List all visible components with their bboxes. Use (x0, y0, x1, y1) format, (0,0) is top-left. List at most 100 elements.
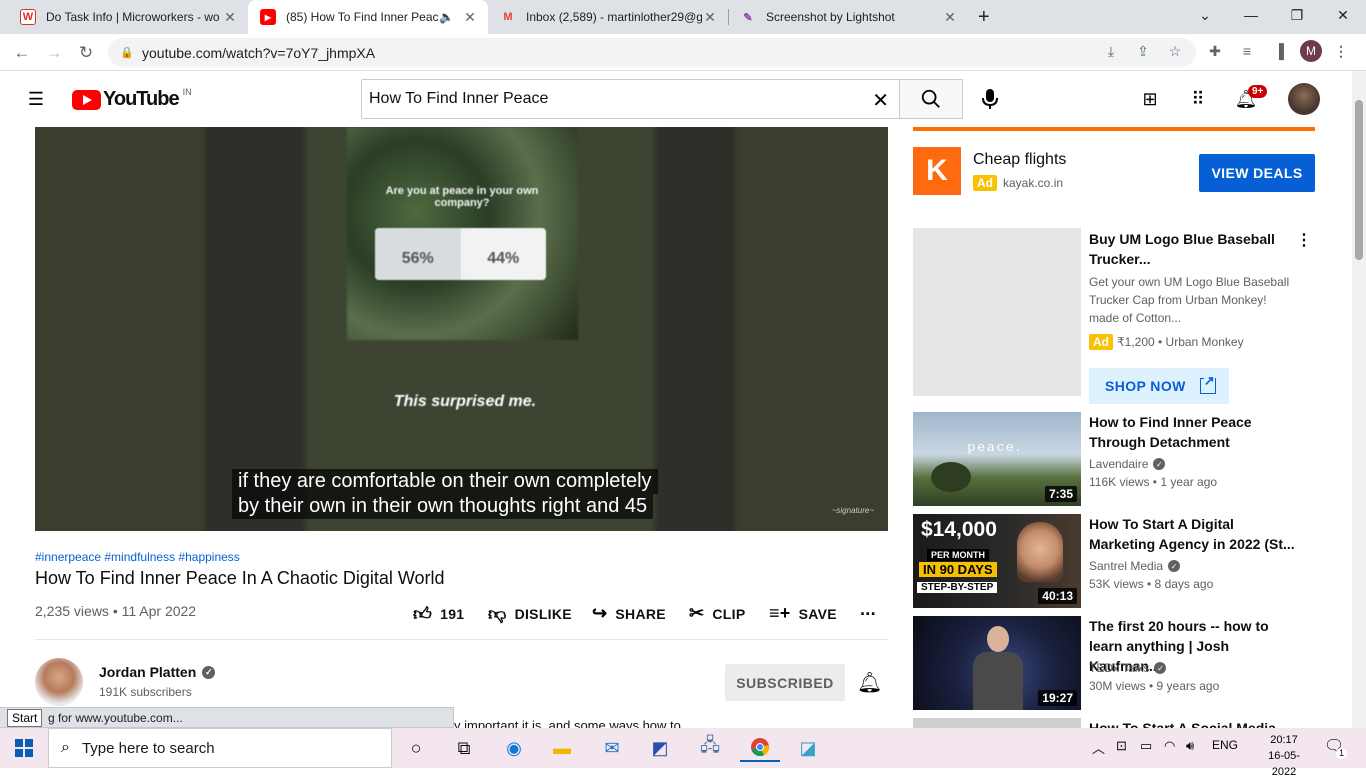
clip-button[interactable]: ✂ CLIP (689, 603, 745, 624)
extensions-puzzle-icon[interactable]: ✚ (1206, 42, 1224, 60)
microworkers-app-icon[interactable]: ◩ (640, 734, 680, 762)
start-button[interactable] (0, 728, 48, 768)
dislike-button[interactable]: 👎︎ DISLIKE (488, 603, 572, 625)
video-hashtags[interactable]: #innerpeace #mindfulness #happiness (35, 550, 240, 564)
recommendation-item[interactable]: 19:27 The first 20 hours -- how to learn… (913, 616, 1313, 710)
share-button[interactable]: ↪ SHARE (592, 603, 666, 624)
close-tab-icon[interactable]: ✕ (702, 9, 718, 26)
recommendation-thumbnail[interactable]: 19:27 (913, 616, 1081, 710)
close-window-icon[interactable]: ✕ (1320, 0, 1366, 30)
recommendation-thumbnail[interactable]: peace. 7:35 (913, 412, 1081, 506)
chrome-icon[interactable] (740, 734, 780, 762)
media-control-icon[interactable]: ≡ (1238, 42, 1256, 60)
forward-icon[interactable]: → (40, 39, 68, 67)
close-tab-icon[interactable]: ✕ (222, 9, 238, 26)
clear-search-icon[interactable]: ✕ (872, 88, 889, 113)
close-tab-icon[interactable]: ✕ (942, 9, 958, 26)
country-code: IN (182, 86, 192, 97)
lightshot-app-icon[interactable]: ◪ (788, 734, 828, 762)
youtube-logo[interactable]: YouTube IN (72, 86, 192, 111)
channel-subscribers: 191K subscribers (99, 685, 192, 699)
video-watermark-signature: ~signature~ (831, 506, 874, 515)
back-icon[interactable]: ← (8, 39, 36, 67)
file-explorer-icon[interactable]: ▬ (542, 734, 582, 762)
search-button[interactable] (899, 79, 963, 119)
ad-more-menu-icon[interactable]: ⋮ (1296, 230, 1312, 250)
video-title: How To Find Inner Peace In A Chaotic Dig… (35, 568, 445, 588)
ad-domain: kayak.co.in (1003, 176, 1064, 190)
wifi-icon[interactable]: ◠ (1164, 738, 1175, 754)
more-actions-button[interactable]: ... (860, 599, 876, 620)
ad-product-thumbnail[interactable] (913, 228, 1081, 396)
ad-product-title[interactable]: Buy UM Logo Blue Baseball Trucker... (1089, 229, 1289, 269)
bookmark-star-icon[interactable]: ☆ (1166, 42, 1184, 60)
mail-icon[interactable]: ✉ (592, 734, 632, 762)
shop-now-label: SHOP NOW (1105, 378, 1186, 394)
kayak-logo[interactable]: K (913, 147, 961, 195)
recommendation-item[interactable]: $14,000 PER MONTH IN 90 DAYS STEP-BY-STE… (913, 514, 1313, 608)
cortana-icon[interactable]: ○ (396, 734, 436, 762)
shop-now-button[interactable]: SHOP NOW (1089, 368, 1229, 404)
recommendation-title[interactable]: How To Start A Social Media (1089, 718, 1299, 728)
meet-now-icon[interactable]: ⊡ (1116, 738, 1127, 754)
save-button[interactable]: ≡+ SAVE (769, 603, 837, 624)
lightshot-favicon-icon: ✎ (743, 11, 753, 24)
video-player[interactable]: Are you at peace in your own company? 56… (35, 127, 888, 531)
volume-icon[interactable]: 🔊︎ (1186, 738, 1194, 754)
recommendation-title[interactable]: How To Start A Digital Marketing Agency … (1089, 514, 1299, 554)
tab-youtube-active[interactable]: ▶ (85) How To Find Inner Peace 🔈 ✕ (248, 0, 488, 34)
language-indicator[interactable]: ENG (1212, 738, 1238, 752)
taskbar-search-box[interactable]: ⌕ Type here to search (48, 728, 392, 768)
voice-search-button[interactable] (978, 87, 1002, 111)
tab-lightshot[interactable]: ✎ Screenshot by Lightshot ✕ (728, 0, 968, 34)
recommendation-item[interactable]: peace. 7:35 How to Find Inner Peace Thro… (913, 412, 1313, 506)
page-scrollbar-thumb[interactable] (1355, 100, 1363, 260)
apps-grid-icon[interactable]: ⠿ (1186, 87, 1210, 111)
youtube-header: ☰ YouTube IN ✕ ⊞ ⠿ 🔔︎ 9+ (0, 71, 1366, 127)
create-video-icon[interactable]: ⊞ (1138, 87, 1162, 111)
recommendation-title[interactable]: How to Find Inner Peace Through Detachme… (1089, 412, 1299, 452)
taskbar-clock[interactable]: 20:17 16-05-2022 (1256, 732, 1312, 780)
ad-title[interactable]: Cheap flights (973, 151, 1066, 169)
subscribed-button[interactable]: SUBSCRIBED (725, 664, 845, 701)
restore-icon[interactable]: ❐ (1274, 0, 1320, 30)
like-button[interactable]: 👍︎ 191 (413, 603, 464, 625)
view-deals-button[interactable]: VIEW DEALS (1199, 154, 1315, 192)
new-tab-button[interactable]: + (972, 0, 1002, 34)
search-input[interactable] (369, 90, 849, 108)
start-tooltip: Start (7, 709, 43, 727)
caption-line: if they are comfortable on their own com… (232, 469, 658, 494)
close-tab-icon[interactable]: ✕ (462, 9, 478, 26)
recommendation-item[interactable]: How To Start A Social Media (913, 718, 1313, 728)
speaker-icon[interactable]: 🔈 (439, 10, 454, 24)
recommendation-thumbnail[interactable] (913, 718, 1081, 728)
ad-source: Ad kayak.co.in (973, 175, 1063, 191)
browser-status-bubble: g for www.youtube.com... (0, 707, 454, 728)
channel-notification-bell-icon[interactable]: 🔔︎ (857, 670, 882, 695)
tab-microworkers[interactable]: W Do Task Info | Microworkers - wo ✕ (8, 0, 248, 34)
minimize-icon[interactable]: — (1228, 0, 1274, 30)
channel-name-row[interactable]: Jordan Platten ✓ (99, 664, 216, 680)
share-page-icon[interactable]: ⇪ (1134, 42, 1152, 60)
show-hidden-icons-chevron-icon[interactable]: ︿ (1092, 738, 1105, 757)
recommendation-thumbnail[interactable]: $14,000 PER MONTH IN 90 DAYS STEP-BY-STE… (913, 514, 1081, 608)
chrome-logo-icon (751, 738, 770, 757)
install-app-icon[interactable]: ⤓ (1102, 42, 1120, 60)
thumbnail-person (1017, 522, 1063, 582)
browser-menu-icon[interactable]: ⋮ (1332, 42, 1350, 60)
network-app-icon[interactable]: 🖧 (690, 734, 730, 762)
task-view-icon[interactable]: ⧉ (444, 734, 484, 762)
channel-avatar[interactable] (35, 658, 83, 706)
hamburger-menu-icon[interactable]: ☰ (24, 87, 48, 111)
tab-gmail[interactable]: M Inbox (2,589) - martinlother29@g ✕ (488, 0, 728, 34)
battery-icon[interactable]: ▭ (1140, 738, 1152, 754)
address-bar[interactable]: 🔒 youtube.com/watch?v=7oY7_jhmpXA (108, 38, 1196, 67)
tab-search-chevron-icon[interactable]: ⌄ (1182, 0, 1228, 30)
side-panel-icon[interactable]: ▐ (1270, 42, 1288, 60)
verified-check-icon: ✓ (202, 665, 216, 679)
reload-icon[interactable]: ↻ (72, 39, 100, 67)
profile-avatar[interactable]: M (1300, 40, 1322, 62)
user-avatar[interactable] (1288, 83, 1320, 115)
lock-icon[interactable]: 🔒 (120, 46, 134, 59)
edge-browser-icon[interactable]: ◉ (494, 734, 534, 762)
